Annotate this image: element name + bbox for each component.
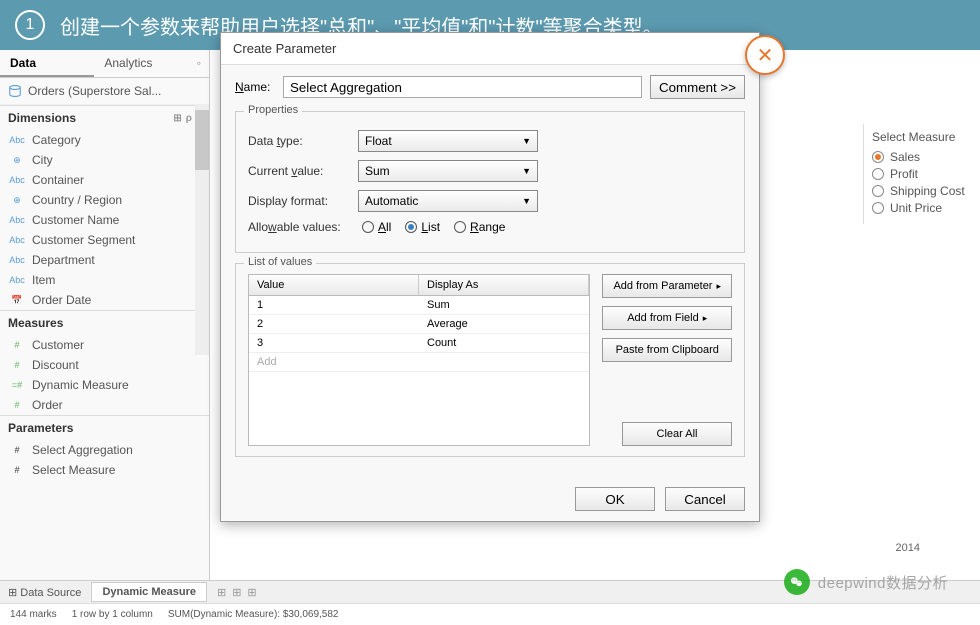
displayformat-label: Display format:: [248, 194, 348, 208]
search-icon[interactable]: ρ: [186, 113, 192, 124]
add-from-parameter-button[interactable]: Add from Parameter▸: [602, 274, 732, 298]
tab-data[interactable]: Data: [0, 50, 94, 77]
allow-list-radio[interactable]: List: [405, 220, 440, 234]
field-item[interactable]: AbcDepartment: [0, 250, 209, 270]
comment-button[interactable]: Comment >>: [650, 75, 745, 99]
col-value-header[interactable]: Value: [249, 275, 419, 295]
datasource-tab[interactable]: ⊞ Data Source: [8, 586, 81, 599]
field-item[interactable]: #Order: [0, 395, 209, 415]
field-item[interactable]: AbcContainer: [0, 170, 209, 190]
field-item[interactable]: #Customer: [0, 335, 209, 355]
measure-option[interactable]: Profit: [872, 167, 970, 181]
sheet-tab[interactable]: Dynamic Measure: [91, 582, 207, 602]
currentvalue-label: Current value:: [248, 164, 348, 178]
field-item[interactable]: AbcCustomer Segment: [0, 230, 209, 250]
status-sum: SUM(Dynamic Measure): $30,069,582: [168, 609, 339, 620]
name-label: Name:: [235, 80, 275, 94]
field-item[interactable]: =#Dynamic Measure: [0, 375, 209, 395]
new-story-icon[interactable]: ⊞: [247, 586, 256, 599]
table-row[interactable]: 2Average: [249, 315, 589, 334]
clear-all-button[interactable]: Clear All: [622, 422, 732, 446]
status-marks: 144 marks: [10, 609, 57, 620]
displayformat-combo[interactable]: Automatic▼: [358, 190, 538, 212]
wechat-text: deepwind数据分析: [818, 572, 948, 593]
status-layout: 1 row by 1 column: [72, 609, 153, 620]
measure-option[interactable]: Sales: [872, 150, 970, 164]
allow-range-radio[interactable]: Range: [454, 220, 505, 234]
datasource-row[interactable]: Orders (Superstore Sal...: [0, 78, 209, 105]
sidebar-scrollbar[interactable]: [195, 105, 209, 355]
table-row[interactable]: 3Count: [249, 334, 589, 353]
field-item[interactable]: 📅Order Date: [0, 290, 209, 310]
name-input[interactable]: [283, 76, 642, 98]
wechat-watermark: deepwind数据分析: [784, 569, 948, 595]
field-item[interactable]: #Discount: [0, 355, 209, 375]
xaxis-label: 2014: [896, 542, 920, 554]
measures-list: #Customer #Discount =#Dynamic Measure #O…: [0, 335, 209, 415]
chevron-down-icon: ▼: [522, 166, 531, 176]
tab-analytics[interactable]: Analytics: [94, 50, 188, 77]
field-item[interactable]: #Select Measure: [0, 460, 209, 480]
list-of-values-fieldset: List of values Value Display As 1Sum 2Av…: [235, 263, 745, 457]
radio-icon: [872, 202, 884, 214]
properties-fieldset: Properties Data type: Float▼ Current val…: [235, 111, 745, 253]
dimensions-list: AbcCategory ⊕City AbcContainer ⊕Country …: [0, 130, 209, 310]
measure-option[interactable]: Unit Price: [872, 201, 970, 215]
add-from-field-button[interactable]: Add from Field▸: [602, 306, 732, 330]
select-measure-panel: Select Measure Sales Profit Shipping Cos…: [863, 124, 978, 224]
datasource-icon: [8, 84, 22, 98]
new-worksheet-icon[interactable]: ⊞: [217, 586, 226, 599]
chevron-right-icon: ▸: [703, 313, 708, 324]
sidebar-menu-icon[interactable]: ◦: [189, 50, 209, 77]
field-item[interactable]: AbcCustomer Name: [0, 210, 209, 230]
create-parameter-dialog: Create Parameter Name: Comment >> Proper…: [220, 32, 760, 522]
radio-icon: [872, 185, 884, 197]
data-sidebar: Data Analytics ◦ Orders (Superstore Sal.…: [0, 50, 210, 580]
currentvalue-combo[interactable]: Sum▼: [358, 160, 538, 182]
ok-button[interactable]: OK: [575, 487, 655, 511]
allowable-label: Allowable values:: [248, 220, 348, 234]
paste-from-clipboard-button[interactable]: Paste from Clipboard: [602, 338, 732, 362]
measure-option[interactable]: Shipping Cost: [872, 184, 970, 198]
dimensions-header: Dimensions ⊞ρ▾: [0, 105, 209, 130]
datasource-name: Orders (Superstore Sal...: [28, 84, 161, 98]
cancel-button[interactable]: Cancel: [665, 487, 745, 511]
datatype-combo[interactable]: Float▼: [358, 130, 538, 152]
field-item[interactable]: AbcCategory: [0, 130, 209, 150]
field-item[interactable]: AbcItem: [0, 270, 209, 290]
datatype-label: Data type:: [248, 134, 348, 148]
chevron-right-icon: ▸: [716, 281, 721, 292]
add-row[interactable]: Add: [249, 353, 589, 372]
radio-icon: [872, 151, 884, 163]
field-item[interactable]: ⊕City: [0, 150, 209, 170]
radio-icon: [872, 168, 884, 180]
allow-all-radio[interactable]: All: [362, 220, 391, 234]
view-icon[interactable]: ⊞: [173, 113, 181, 124]
col-display-header[interactable]: Display As: [419, 275, 589, 295]
measure-panel-title: Select Measure: [872, 130, 970, 144]
close-callout-icon[interactable]: ✕: [745, 35, 785, 75]
table-row[interactable]: 1Sum: [249, 296, 589, 315]
parameters-list: #Select Aggregation #Select Measure: [0, 440, 209, 480]
chevron-down-icon: ▼: [522, 136, 531, 146]
wechat-icon: [784, 569, 810, 595]
measures-header: Measures: [0, 310, 209, 335]
status-bar: 144 marks 1 row by 1 column SUM(Dynamic …: [0, 603, 980, 625]
new-dashboard-icon[interactable]: ⊞: [232, 586, 241, 599]
parameters-header: Parameters: [0, 415, 209, 440]
chevron-down-icon: ▼: [522, 196, 531, 206]
field-item[interactable]: #Select Aggregation: [0, 440, 209, 460]
dialog-title: Create Parameter: [221, 33, 759, 65]
field-item[interactable]: ⊕Country / Region: [0, 190, 209, 210]
step-number: 1: [15, 10, 45, 40]
values-table: Value Display As 1Sum 2Average 3Count Ad…: [248, 274, 590, 446]
